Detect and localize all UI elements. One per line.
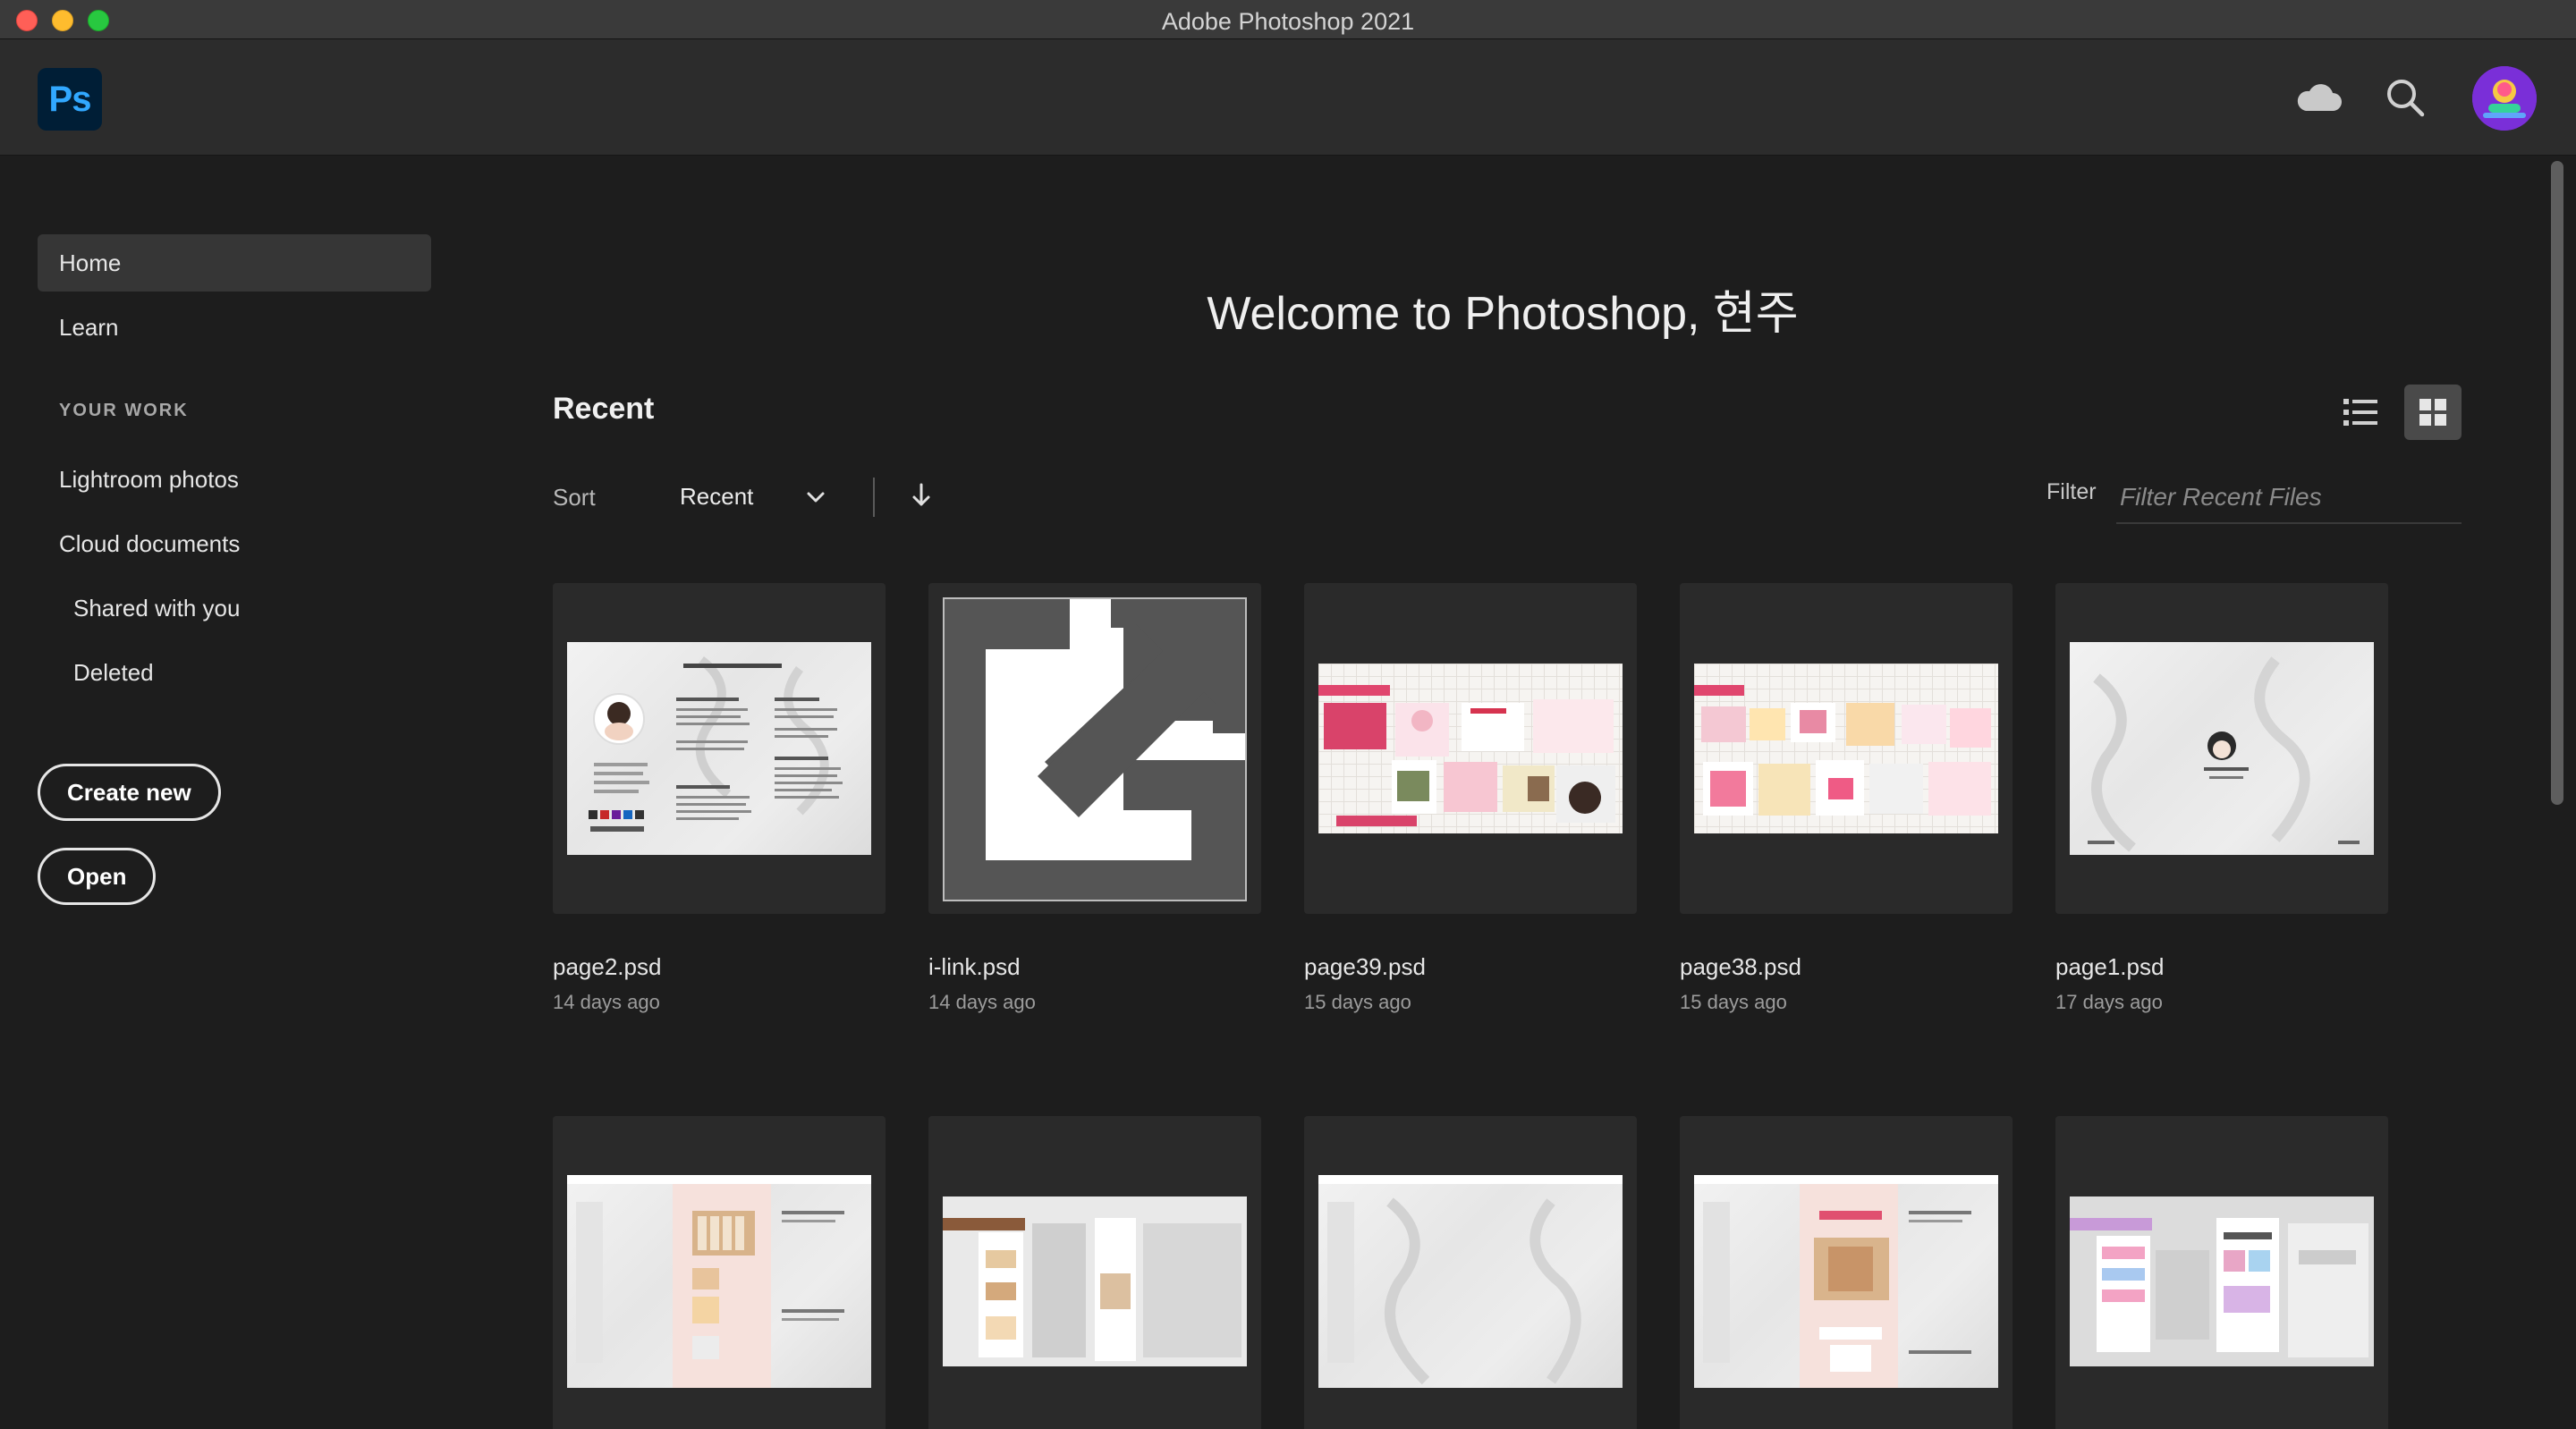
row2-3-preview [1318,1175,1623,1388]
sidebar-item-shared-with-you[interactable]: Shared with you [38,579,431,637]
title-bar: Adobe Photoshop 2021 [0,0,2576,39]
grid-view-button[interactable] [2404,385,2462,440]
file-date: 17 days ago [2055,991,2163,1013]
welcome-heading: Welcome to Photoshop, 현주 [1207,288,1799,340]
chevron-down-icon[interactable] [801,483,830,512]
grid-view-icon [2419,399,2446,426]
external-link-icon [986,599,1245,860]
file-card-row2-4[interactable] [1680,1116,2012,1429]
row2-4-preview [1694,1175,1998,1388]
filter-recent-files-input[interactable] [2116,472,2462,524]
file-thumbnail[interactable] [928,1116,1261,1429]
file-thumbnail[interactable] [2055,583,2388,914]
file-thumbnail[interactable] [1304,583,1637,914]
file-name: page2.psd [553,953,662,980]
file-name: page38.psd [1680,953,1801,980]
file-card-row2-3[interactable] [1304,1116,1637,1429]
avatar-illustration-icon [2472,66,2537,131]
sidebar-item-lightroom-photos[interactable]: Lightroom photos [38,451,431,508]
detail-page-icon [567,1175,871,1388]
user-avatar[interactable] [2472,66,2537,131]
file-date: 14 days ago [553,991,660,1013]
page2-preview [567,642,871,855]
cloud-icon[interactable] [2292,72,2345,125]
recent-title: Recent [553,392,655,426]
search-icon[interactable] [2379,72,2433,125]
file-card-row2-2[interactable] [928,1116,1261,1429]
sidebar-item-deleted[interactable]: Deleted [38,644,431,701]
window-title: Adobe Photoshop 2021 [1161,8,1415,35]
file-date: 15 days ago [1680,991,1787,1013]
cover-page-icon [2088,656,2360,852]
file-name: page1.psd [2055,953,2165,980]
file-thumbnail[interactable] [928,583,1261,914]
row2-5-preview [2070,1196,2374,1366]
file-card-page2[interactable]: page2.psd 14 days ago [553,583,886,1013]
app-header: Ps [0,39,2576,156]
detail-page-icon [1694,1175,1998,1388]
graphic-collage-icon [1694,685,1991,816]
file-name: i-link.psd [928,953,1021,980]
page38-preview [1694,664,1998,833]
page1-preview [2070,642,2374,855]
detail-page-icon [943,1218,1241,1361]
i-link-preview [943,597,1247,901]
filter-label: Filter [2046,479,2097,504]
list-view-icon[interactable] [2338,390,2383,435]
file-card-row2-5[interactable] [2055,1116,2388,1429]
sidebar-item-learn[interactable]: Learn [38,299,431,356]
row2-2-preview [943,1196,1247,1366]
file-date: 15 days ago [1304,991,1411,1013]
file-card-page1[interactable]: page1.psd 17 days ago [2055,583,2388,1013]
file-date: 14 days ago [928,991,1036,1013]
detail-page-icon [1318,1175,1623,1385]
sidebar-item-cloud-documents[interactable]: Cloud documents [38,515,431,572]
file-name: page39.psd [1304,953,1426,980]
file-card-page39[interactable]: page39.psd 15 days ago [1304,583,1637,1013]
file-thumbnail[interactable] [2055,1116,2388,1429]
page39-preview [1318,664,1623,833]
file-card-page38[interactable]: page38.psd 15 days ago [1680,583,2012,1013]
file-thumbnail[interactable] [553,1116,886,1429]
photoshop-logo[interactable]: Ps [38,68,102,131]
file-card-i-link[interactable]: i-link.psd 14 days ago [928,583,1261,1013]
sort-direction-arrow-down-icon[interactable] [905,478,937,513]
open-button[interactable]: Open [38,848,157,905]
sort-divider [873,478,875,517]
create-new-button[interactable]: Create new [38,764,221,821]
your-work-section-label: YOUR WORK [59,401,189,420]
file-thumbnail[interactable] [553,583,886,914]
sidebar-item-home[interactable]: Home [38,234,431,292]
resume-layout-icon [589,656,843,832]
file-thumbnail[interactable] [1680,583,2012,914]
row2-1-preview [567,1175,871,1388]
file-thumbnail[interactable] [1304,1116,1637,1429]
file-thumbnail[interactable] [1680,1116,2012,1429]
file-card-row2-1[interactable] [553,1116,886,1429]
sort-label: Sort [553,484,596,511]
detail-page-icon [2070,1218,2368,1357]
scrollbar-thumb[interactable] [2551,161,2563,805]
graphic-collage-icon [1318,685,1615,826]
